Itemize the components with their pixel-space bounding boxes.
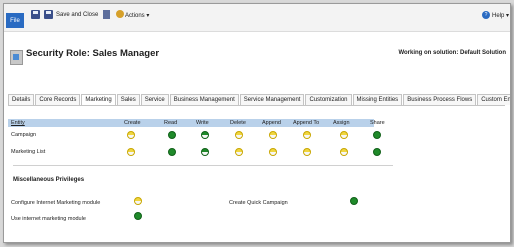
tab-core-records[interactable]: Core Records — [35, 94, 81, 105]
privilege-level-icon[interactable] — [373, 148, 381, 156]
privilege-level-icon[interactable] — [303, 131, 311, 139]
misc-privileges-heading: Miscellaneous Privileges — [13, 177, 85, 183]
delete-icon[interactable] — [103, 10, 110, 19]
save-and-close-button[interactable]: Save and Close — [56, 12, 98, 18]
save-icon[interactable] — [31, 10, 40, 19]
app-window: File Save and Close Actions ▾ ? Help ▾ S… — [3, 3, 511, 243]
column-header-append[interactable]: Append — [262, 120, 281, 126]
solution-label: Working on solution: Default Solution — [398, 50, 506, 56]
privilege-level-icon[interactable] — [235, 148, 243, 156]
column-header-append-to[interactable]: Append To — [293, 120, 319, 126]
column-header-share[interactable]: Share — [370, 120, 385, 126]
column-header-delete[interactable]: Delete — [230, 120, 246, 126]
privilege-level-icon[interactable] — [168, 148, 176, 156]
privilege-level-icon[interactable] — [269, 148, 277, 156]
page-title: Security Role: Sales Manager — [26, 48, 160, 59]
privilege-level-icon[interactable] — [201, 148, 209, 156]
misc-privilege-label: Configure Internet Marketing module — [11, 200, 101, 206]
privilege-level-icon[interactable] — [168, 131, 176, 139]
tab-strip: Details Core Records Marketing Sales Ser… — [8, 94, 510, 106]
privilege-level-icon[interactable] — [373, 131, 381, 139]
column-header-write[interactable]: Write — [196, 120, 209, 126]
save-and-close-icon[interactable] — [44, 10, 53, 19]
privilege-level-icon[interactable] — [340, 131, 348, 139]
privilege-level-icon[interactable] — [269, 131, 277, 139]
tab-service-management[interactable]: Service Management — [239, 94, 305, 105]
privilege-level-icon[interactable] — [127, 148, 135, 156]
security-role-icon — [10, 50, 23, 65]
column-header-assign[interactable]: Assign — [333, 120, 350, 126]
tab-customization[interactable]: Customization — [305, 94, 352, 105]
section-divider — [13, 165, 393, 166]
tab-business-process-flows[interactable]: Business Process Flows — [403, 94, 477, 105]
privilege-level-icon[interactable] — [134, 197, 142, 205]
privilege-level-icon[interactable] — [303, 148, 311, 156]
privilege-level-icon[interactable] — [235, 131, 243, 139]
help-menu-button[interactable]: Help ▾ — [492, 12, 509, 19]
actions-icon[interactable] — [116, 10, 124, 18]
tab-details[interactable]: Details — [8, 94, 35, 105]
grid-row-entity-label: Campaign — [11, 132, 37, 138]
column-header-entity[interactable]: Entity — [11, 120, 25, 126]
privilege-level-icon[interactable] — [127, 131, 135, 139]
file-button[interactable]: File — [6, 13, 24, 28]
tab-business-management[interactable]: Business Management — [169, 94, 239, 105]
actions-menu-button[interactable]: Actions ▾ — [125, 12, 149, 19]
tab-divider — [8, 105, 505, 106]
tab-service[interactable]: Service — [140, 94, 169, 105]
ribbon: File Save and Close Actions ▾ ? Help ▾ — [4, 4, 510, 32]
column-header-read[interactable]: Read — [164, 120, 177, 126]
tab-missing-entities[interactable]: Missing Entities — [352, 94, 403, 105]
privilege-level-icon[interactable] — [340, 148, 348, 156]
column-header-create[interactable]: Create — [124, 120, 141, 126]
privilege-level-icon[interactable] — [201, 131, 209, 139]
grid-row-entity-label: Marketing List — [11, 149, 46, 155]
privilege-level-icon[interactable] — [134, 212, 142, 220]
tab-sales[interactable]: Sales — [116, 94, 140, 105]
misc-privilege-label: Use internet marketing module — [11, 216, 86, 222]
privilege-level-icon[interactable] — [350, 197, 358, 205]
help-icon[interactable]: ? — [482, 11, 490, 19]
misc-privilege-label: Create Quick Campaign — [229, 200, 288, 206]
tab-custom-entities[interactable]: Custom Entities — [477, 94, 510, 105]
